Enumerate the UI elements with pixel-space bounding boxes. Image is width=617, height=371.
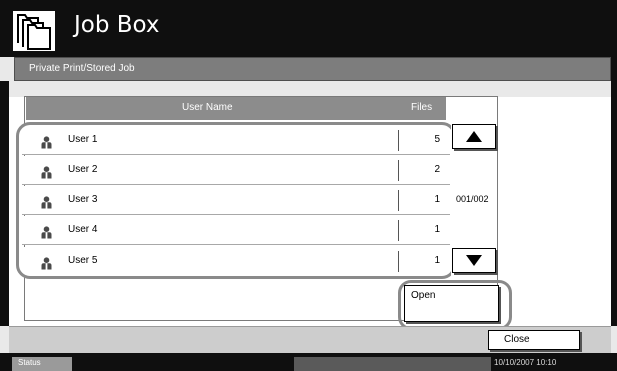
list-header: User Name Files bbox=[26, 97, 446, 120]
breadcrumb-label: Private Print/Stored Job bbox=[29, 63, 135, 74]
scroll-down-button[interactable] bbox=[452, 248, 496, 273]
triangle-up-icon bbox=[466, 131, 482, 142]
open-button-label: Open bbox=[411, 290, 436, 301]
close-button[interactable]: Close bbox=[488, 330, 580, 350]
page-title: Job Box bbox=[74, 12, 160, 38]
breadcrumb: Private Print/Stored Job bbox=[14, 57, 611, 81]
right-frame-edge bbox=[611, 57, 617, 326]
title-bar: Job Box bbox=[0, 0, 617, 57]
rows-highlight-outline bbox=[16, 122, 456, 279]
job-box-folders-icon bbox=[12, 10, 56, 52]
triangle-down-icon bbox=[466, 255, 482, 266]
column-header-files[interactable]: Files bbox=[411, 102, 432, 113]
page-indicator: 001/002 bbox=[456, 194, 489, 204]
date-time: 10/10/2007 10:10 bbox=[494, 358, 557, 367]
status-bar: Status 10/10/2007 10:10 bbox=[0, 353, 617, 371]
left-frame-edge bbox=[0, 81, 9, 326]
status-button[interactable]: Status bbox=[12, 357, 72, 371]
job-box-screen: Job Box Private Print/Stored Job User Na… bbox=[0, 0, 617, 371]
column-header-user-name[interactable]: User Name bbox=[182, 102, 233, 113]
status-label: Status bbox=[18, 358, 41, 367]
close-button-label: Close bbox=[504, 334, 530, 345]
open-button[interactable]: Open bbox=[404, 285, 499, 322]
status-message-area bbox=[294, 357, 491, 371]
scroll-up-button[interactable] bbox=[452, 124, 496, 149]
